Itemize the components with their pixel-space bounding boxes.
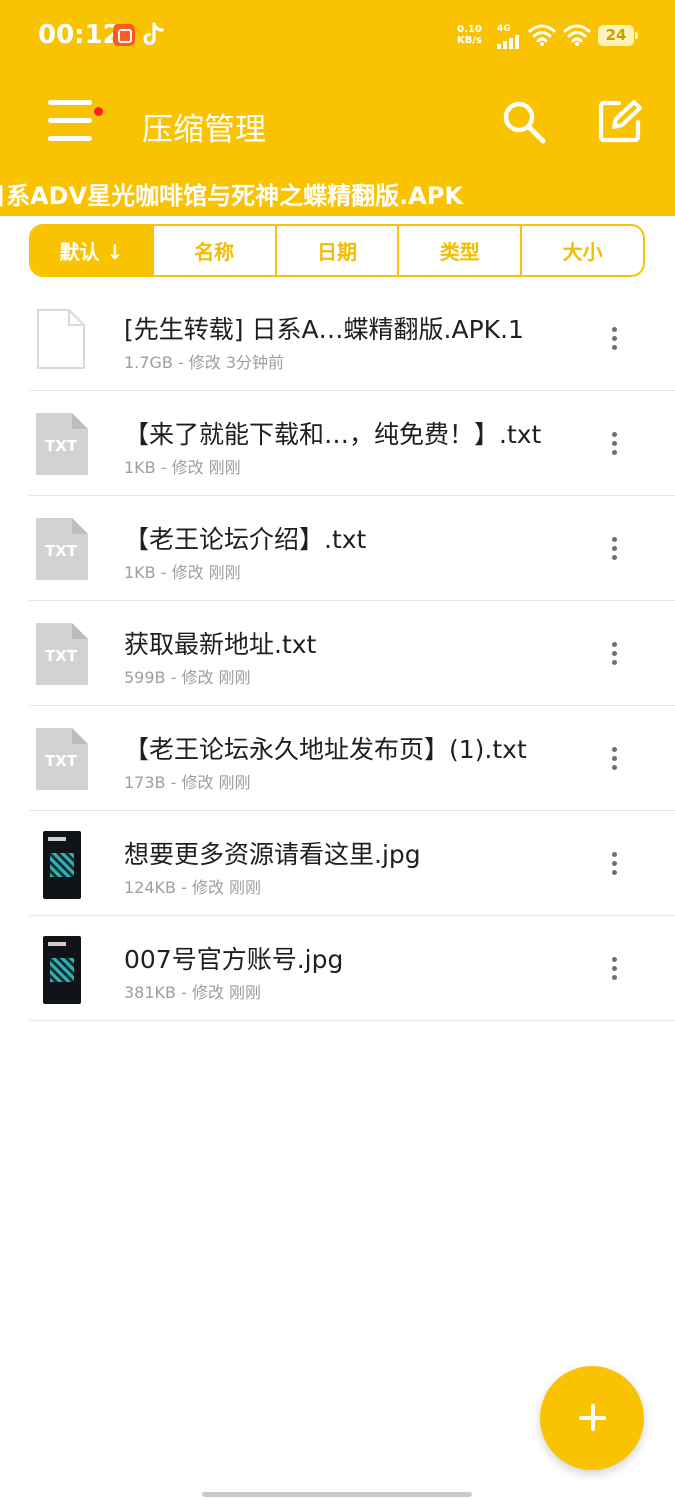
wifi-icon-secondary	[563, 23, 591, 51]
plus-icon	[591, 1404, 595, 1431]
sort-tabs: 默认 ↓ 名称 日期 类型 大小	[29, 224, 645, 277]
sort-tab-size[interactable]: 大小	[522, 226, 643, 275]
file-meta: 1KB - 修改 刚刚	[124, 458, 241, 477]
row-divider	[29, 1020, 675, 1021]
file-name: 【老王论坛永久地址发布页】(1).txt	[124, 735, 527, 764]
more-options-button[interactable]	[607, 537, 621, 563]
file-meta: 173B - 修改 刚刚	[124, 773, 251, 792]
more-options-button[interactable]	[607, 957, 621, 983]
file-meta: 124KB - 修改 刚刚	[124, 878, 262, 897]
sort-tab-date[interactable]: 日期	[277, 226, 400, 275]
network-speed-unit: KB/s	[457, 35, 482, 46]
file-row[interactable]: [先生转载] 日系A…蝶精翻版.APK.1 1.7GB - 修改 3分钟前	[0, 286, 675, 391]
notification-dot	[94, 107, 103, 116]
image-thumbnail	[43, 936, 81, 1004]
file-row[interactable]: TXT 获取最新地址.txt 599B - 修改 刚刚	[0, 601, 675, 706]
home-indicator[interactable]	[202, 1492, 472, 1497]
wifi-icon	[528, 23, 556, 51]
battery-level: 24	[598, 25, 638, 46]
file-name: 获取最新地址.txt	[124, 630, 317, 659]
file-name: [先生转载] 日系A…蝶精翻版.APK.1	[124, 315, 524, 344]
file-meta: 1KB - 修改 刚刚	[124, 563, 241, 582]
search-icon	[503, 101, 546, 144]
cellular-signal-icon	[497, 34, 523, 53]
file-row[interactable]: 想要更多资源请看这里.jpg 124KB - 修改 刚刚	[0, 811, 675, 916]
sort-tab-type[interactable]: 类型	[399, 226, 523, 275]
file-meta: 599B - 修改 刚刚	[124, 668, 251, 687]
sort-tab-default[interactable]: 默认 ↓	[31, 226, 154, 275]
status-bar: 00:12 0.10 KB/s 4G 24	[0, 0, 675, 72]
sort-tab-name[interactable]: 名称	[154, 226, 277, 275]
tiktok-icon	[142, 22, 164, 52]
network-speed-value: 0.10	[457, 24, 482, 35]
file-meta: 381KB - 修改 刚刚	[124, 983, 262, 1002]
txt-icon-label: TXT	[45, 647, 78, 665]
menu-icon-bar	[48, 100, 92, 105]
menu-icon-bar	[48, 118, 92, 123]
status-time: 00:12	[38, 20, 121, 50]
network-speed: 0.10 KB/s	[457, 24, 482, 46]
more-options-button[interactable]	[607, 642, 621, 668]
file-meta: 1.7GB - 修改 3分钟前	[124, 353, 285, 372]
txt-file-icon: TXT	[36, 728, 88, 794]
file-row[interactable]: TXT 【老王论坛永久地址发布页】(1).txt 173B - 修改 刚刚	[0, 706, 675, 811]
file-name: 【老王论坛介绍】.txt	[124, 525, 367, 554]
search-button[interactable]	[500, 98, 548, 150]
file-name: 【来了就能下载和…，纯免费！】.txt	[124, 420, 542, 449]
image-thumbnail	[43, 831, 81, 899]
network-type: 4G	[497, 24, 511, 34]
txt-file-icon: TXT	[36, 518, 88, 584]
menu-button[interactable]	[46, 98, 103, 144]
menu-icon-bar	[48, 136, 92, 141]
more-options-button[interactable]	[607, 327, 621, 353]
txt-file-icon: TXT	[36, 413, 88, 479]
more-options-button[interactable]	[607, 747, 621, 773]
file-row[interactable]: 007号官方账号.jpg 381KB - 修改 刚刚	[0, 916, 675, 1021]
file-name: 007号官方账号.jpg	[124, 945, 344, 974]
file-row[interactable]: TXT 【老王论坛介绍】.txt 1KB - 修改 刚刚	[0, 496, 675, 601]
more-options-button[interactable]	[607, 852, 621, 878]
file-icon	[36, 308, 86, 374]
add-button[interactable]	[540, 1366, 644, 1470]
archive-path: 日系ADV星光咖啡馆与死神之蝶精翻版.APK	[0, 182, 463, 210]
more-options-button[interactable]	[607, 432, 621, 458]
edit-icon	[598, 100, 642, 143]
file-row[interactable]: TXT 【来了就能下载和…，纯免费！】.txt 1KB - 修改 刚刚	[0, 391, 675, 496]
txt-file-icon: TXT	[36, 623, 88, 689]
txt-icon-label: TXT	[45, 752, 78, 770]
txt-icon-label: TXT	[45, 437, 78, 455]
page-title: 压缩管理	[142, 112, 266, 148]
file-name: 想要更多资源请看这里.jpg	[124, 840, 421, 869]
txt-icon-label: TXT	[45, 542, 78, 560]
file-list: [先生转载] 日系A…蝶精翻版.APK.1 1.7GB - 修改 3分钟前 TX…	[0, 286, 675, 1021]
toolbar: 压缩管理	[0, 80, 675, 170]
edit-button[interactable]	[597, 98, 643, 148]
notification-app-icon	[113, 24, 135, 46]
app-header: 00:12 0.10 KB/s 4G 24 压缩管理 日系ADV星光咖啡馆与死神…	[0, 0, 675, 216]
